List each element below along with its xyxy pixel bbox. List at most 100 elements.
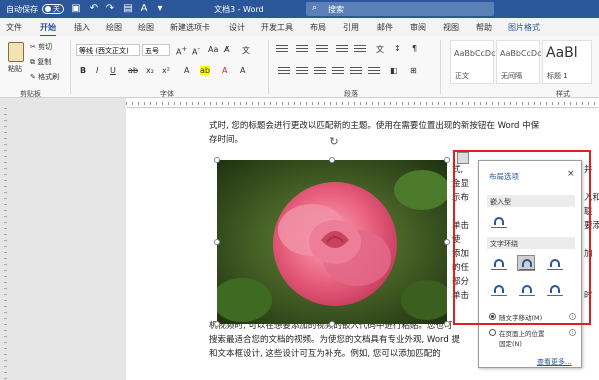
style-name: 正文 [455,72,469,80]
shrink-font-icon[interactable]: A- [192,45,200,57]
fix-position-radio[interactable] [489,329,496,336]
see-more-link[interactable]: 查看更多... [537,357,572,367]
shading-icon[interactable]: ◧ [390,66,398,75]
strikethrough-icon[interactable]: ab [128,66,138,75]
quick-access-icon[interactable]: ▤ [122,3,134,15]
ribbon-tabs: 文件 开始 插入 绘图 绘图 新建选项卡 设计 开发工具 布局 引用 邮件 审阅… [0,18,599,37]
doc-line: 和文本框设计, 这些设计可互为补充。例如, 您可以添加匹配的 [209,349,441,359]
rose-image[interactable] [217,160,447,324]
info-icon[interactable]: i [569,329,576,336]
format-painter-label: 格式刷 [38,73,60,81]
tab-home[interactable]: 开始 [40,22,56,37]
numbering-icon[interactable] [296,45,308,55]
resize-handle[interactable] [329,157,335,163]
fix-position-label: 在页面上的位置 [499,330,545,338]
distributed-icon[interactable] [350,67,362,77]
justify-icon[interactable] [332,67,344,77]
tab-references[interactable]: 引用 [343,22,359,33]
redo-icon[interactable]: ↷ [104,3,116,15]
tab-new[interactable]: 新建选项卡 [170,22,210,33]
vertical-ruler[interactable] [0,108,10,380]
style-heading-1[interactable]: AaBl 标题 1 [542,40,592,84]
fix-position-label-2: 固定(N) [499,340,522,348]
tab-insert[interactable]: 插入 [74,22,90,33]
tab-draw[interactable]: 绘图 [106,22,122,33]
paste-button[interactable]: 粘贴 [8,64,22,74]
paste-icon[interactable] [8,42,24,62]
phonetic-icon[interactable]: 文 [242,45,250,56]
copy-button[interactable]: ⧉ 复制 [30,57,51,67]
tab-mailings[interactable]: 邮件 [377,22,393,33]
increase-indent-icon[interactable] [354,45,366,55]
align-center-icon[interactable] [296,67,308,77]
undo-icon[interactable]: ↶ [88,3,100,15]
rotate-handle-icon[interactable]: ↻ [328,136,340,148]
horizontal-ruler[interactable] [126,98,599,108]
change-case-icon[interactable]: Aa [208,45,218,54]
align-left-icon[interactable] [278,67,290,77]
font-name-combo[interactable]: 等线 (西文正文) [76,44,140,56]
char-shading-icon[interactable]: A [240,66,245,75]
style-preview: AaBbCcDc [454,49,496,58]
style-name: 无间隔 [501,72,522,80]
search-icon: ⌕ [312,3,318,13]
underline-icon[interactable]: U [110,66,116,75]
ruler-ticks [4,108,7,380]
doc-line: 式时, 您的标题会进行更改以匹配新的主题。使用在需要位置出现的新按钮在 Word… [209,121,540,131]
tab-developer[interactable]: 开发工具 [261,22,293,33]
divider [268,40,269,94]
autosave-toggle[interactable]: 关 [42,4,64,14]
line-spacing-icon[interactable] [368,67,380,77]
style-no-spacing[interactable]: AaBbCcDc 无间隔 [496,40,541,84]
borders-icon[interactable]: ⊞ [410,66,417,75]
resize-handle[interactable] [444,321,450,327]
font-size-combo[interactable]: 五号 [142,44,170,56]
font-color-icon[interactable]: A [222,66,227,75]
tab-layout[interactable]: 布局 [310,22,326,33]
text-effects-icon[interactable]: A [184,66,189,75]
resize-handle[interactable] [214,239,220,245]
resize-handle[interactable] [444,239,450,245]
show-marks-icon[interactable]: ¶ [412,44,417,53]
search-box[interactable]: ⌕ 搜索 [306,2,494,16]
resize-handle[interactable] [444,157,450,163]
tab-help[interactable]: 帮助 [476,22,492,33]
align-right-icon[interactable] [314,67,326,77]
tab-review[interactable]: 审阅 [410,22,426,33]
decrease-indent-icon[interactable] [336,45,348,55]
tab-design[interactable]: 设计 [229,22,245,33]
resize-handle[interactable] [214,157,220,163]
tab-draw-2[interactable]: 绘图 [138,22,154,33]
highlight-icon[interactable]: ab [200,66,210,75]
customize-icon[interactable]: ▾ [154,3,166,15]
resize-handle[interactable] [214,321,220,327]
tab-file[interactable]: 文件 [6,22,22,33]
divider [70,40,71,94]
style-preview: AaBl [546,45,578,61]
sort-icon[interactable]: ↕ [394,44,401,53]
multilevel-list-icon[interactable] [316,45,328,55]
italic-icon[interactable]: I [96,66,98,75]
save-icon[interactable]: ▣ [70,3,82,15]
subscript-icon[interactable]: x₂ [146,66,154,75]
autosave-label: 自动保存 [6,5,38,14]
format-painter-button[interactable]: ✎ 格式刷 [30,72,59,82]
rose-photo-drawing [217,160,447,324]
clipboard-group-label: 剪贴板 [20,90,41,98]
resize-handle[interactable] [329,321,335,327]
clear-format-icon[interactable]: A̸ [224,45,229,54]
doc-line: 存时间。 [209,135,244,145]
divider [440,40,441,94]
ruler-ticks [126,102,599,105]
bold-icon[interactable]: B [80,66,86,75]
chinese-layout-icon[interactable]: 文 [376,44,384,55]
grow-font-icon[interactable]: A+ [176,45,187,57]
tab-view[interactable]: 视图 [443,22,459,33]
bullets-icon[interactable] [276,45,288,55]
tab-picture-format[interactable]: 图片格式 [508,22,540,33]
cut-button[interactable]: ✂ 剪切 [30,42,52,52]
superscript-icon[interactable]: x² [162,66,170,75]
format-icon[interactable]: A [138,3,150,15]
scissors-icon: ✂ [30,43,36,51]
style-normal[interactable]: AaBbCcDc 正文 [450,40,496,84]
